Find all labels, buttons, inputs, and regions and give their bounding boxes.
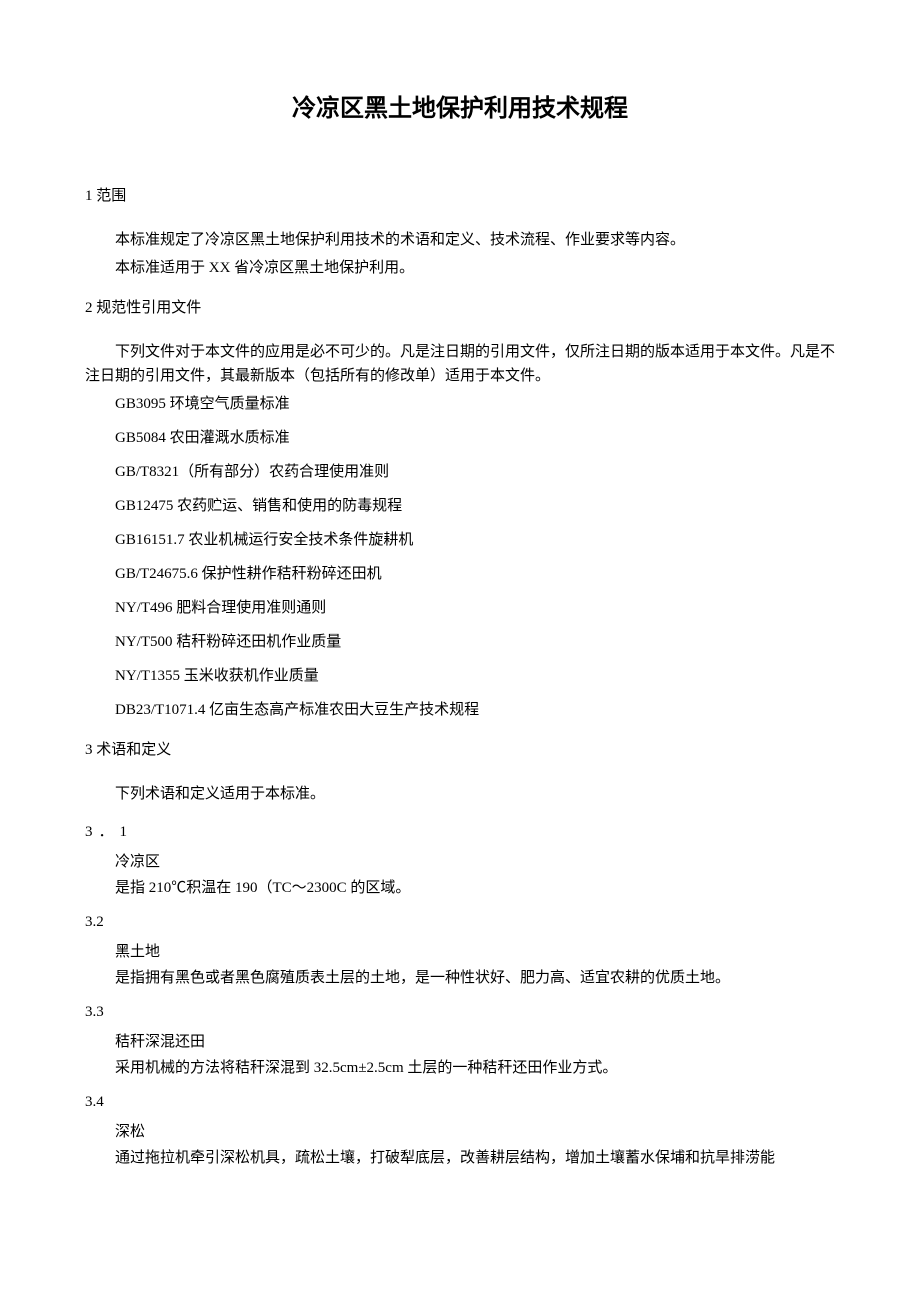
reference-item: GB/T8321（所有部分）农药合理使用准则 <box>85 460 835 484</box>
reference-item: NY/T1355 玉米收获机作业质量 <box>85 664 835 688</box>
term-desc-3-1: 是指 210℃积温在 190（TC〜2300C 的区域。 <box>115 876 835 900</box>
section-3-heading: 3 术语和定义 <box>85 738 835 762</box>
reference-item: GB/T24675.6 保护性耕作秸秆粉碎还田机 <box>85 562 835 586</box>
reference-item: NY/T500 秸秆粉碎还田机作业质量 <box>85 630 835 654</box>
term-number-3-4: 3.4 <box>85 1090 835 1114</box>
term-number-3-3: 3.3 <box>85 1000 835 1024</box>
section-1-heading: 1 范围 <box>85 184 835 208</box>
term-number-3-1: 3．1 <box>85 820 835 844</box>
section-2-intro: 下列文件对于本文件的应用是必不可少的。凡是注日期的引用文件，仅所注日期的版本适用… <box>85 340 835 388</box>
reference-list: GB3095 环境空气质量标准 GB5084 农田灌溉水质标准 GB/T8321… <box>85 392 835 722</box>
reference-item: DB23/T1071.4 亿亩生态高产标准农田大豆生产技术规程 <box>85 698 835 722</box>
reference-item: GB5084 农田灌溉水质标准 <box>85 426 835 450</box>
reference-item: GB12475 农药贮运、销售和使用的防毒规程 <box>85 494 835 518</box>
term-desc-3-3: 采用机械的方法将秸秆深混到 32.5cm±2.5cm 土层的一种秸秆还田作业方式… <box>115 1056 835 1080</box>
term-name-3-1: 冷凉区 <box>115 850 835 874</box>
term-name-3-2: 黑土地 <box>115 940 835 964</box>
term-desc-3-2: 是指拥有黑色或者黑色腐殖质表土层的土地，是一种性状好、肥力高、适宜农耕的优质土地… <box>115 966 835 990</box>
term-name-3-4: 深松 <box>115 1120 835 1144</box>
reference-item: GB16151.7 农业机械运行安全技术条件旋耕机 <box>85 528 835 552</box>
section-1-para-1: 本标准规定了冷凉区黑土地保护利用技术的术语和定义、技术流程、作业要求等内容。 <box>85 228 835 252</box>
term-desc-3-4: 通过拖拉机牵引深松机具，疏松土壤，打破犁底层，改善耕层结构，增加土壤蓄水保埔和抗… <box>115 1146 835 1170</box>
reference-item: NY/T496 肥料合理使用准则通则 <box>85 596 835 620</box>
section-2-heading: 2 规范性引用文件 <box>85 296 835 320</box>
reference-item: GB3095 环境空气质量标准 <box>85 392 835 416</box>
term-number-3-2: 3.2 <box>85 910 835 934</box>
term-name-3-3: 秸秆深混还田 <box>115 1030 835 1054</box>
section-3-intro: 下列术语和定义适用于本标准。 <box>85 782 835 806</box>
section-1-para-2: 本标准适用于 XX 省冷凉区黑土地保护利用。 <box>85 256 835 280</box>
document-title: 冷凉区黑土地保护利用技术规程 <box>85 90 835 128</box>
